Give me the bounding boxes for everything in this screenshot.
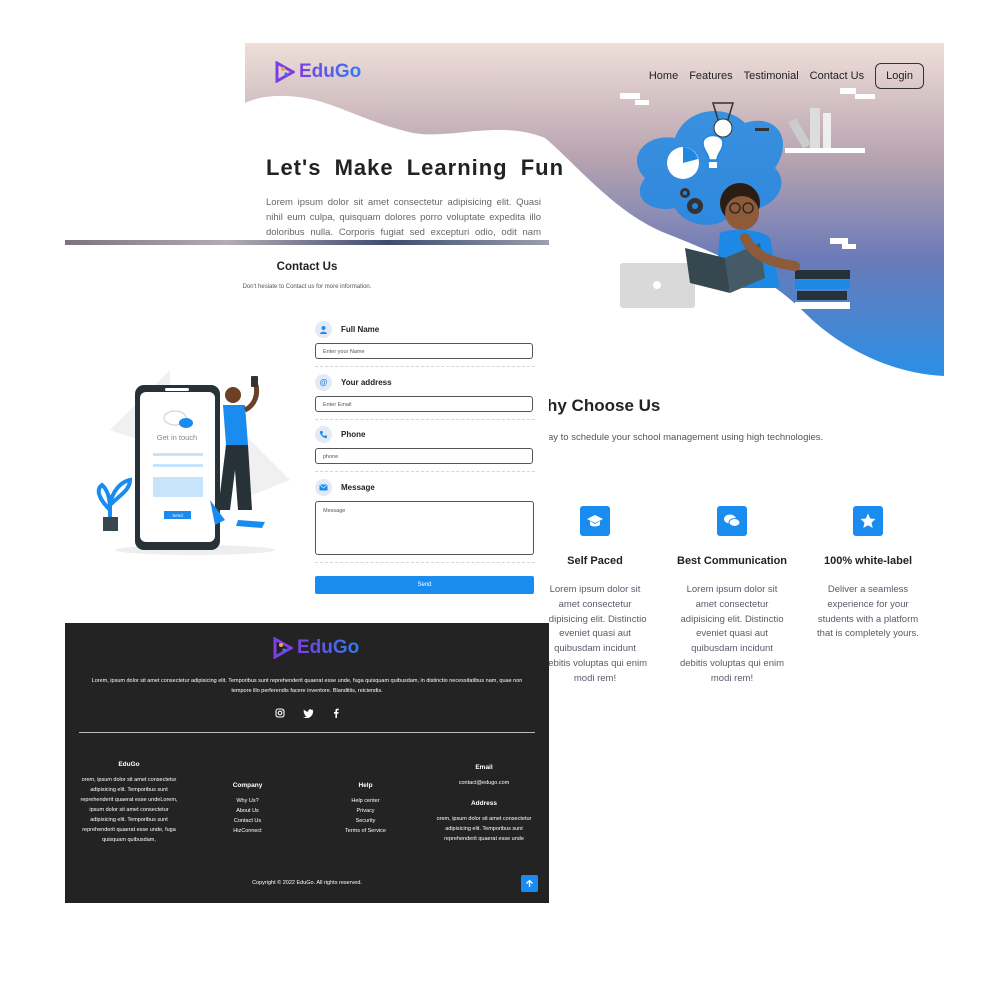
why-choose-section: hy Choose Us ay to schedule your school … (530, 376, 930, 736)
illustration-send: Send (172, 513, 183, 518)
illustration-caption: Get in touch (157, 433, 197, 442)
top-nav: Home Features Testimonial Contact Us Log… (649, 63, 924, 89)
footer-logo[interactable]: EduGo (273, 636, 360, 660)
footer-col-company: Company Why Us? About Us Contact Us HizC… (205, 781, 290, 836)
nav-features[interactable]: Features (689, 70, 732, 82)
nav-contact[interactable]: Contact Us (810, 70, 864, 82)
brand-name: EduGo (297, 637, 360, 658)
feature-title: Best Communication (677, 555, 788, 567)
student-illustration (620, 88, 875, 309)
nav-home[interactable]: Home (649, 70, 678, 82)
footer-link-contact-us[interactable]: Contact Us (205, 816, 290, 826)
divider (315, 562, 535, 563)
star-icon (853, 506, 883, 536)
field-label: Full Name (341, 325, 380, 334)
footer-link-help-center[interactable]: Help center (323, 796, 408, 806)
logo-icon (275, 60, 297, 84)
graduation-cap-icon (580, 506, 610, 536)
instagram-icon[interactable] (274, 707, 286, 719)
field-label: Your address (341, 378, 392, 387)
footer-col-contact: Email contact@edugo.com Address orem, ip… (435, 763, 533, 844)
footer-email-link[interactable]: contact@edugo.com (435, 778, 533, 788)
copyright: Copyright © 2022 EduGo. All rights reser… (252, 880, 362, 886)
feature-desc: Lorem ipsum dolor sit amet consectetur a… (542, 584, 648, 684)
phone-input[interactable]: phone (315, 448, 533, 464)
logo-icon (273, 636, 295, 660)
section-divider-strip (65, 240, 549, 245)
divider (315, 419, 535, 420)
message-textarea[interactable]: Message (315, 501, 534, 555)
brand-name: EduGo (299, 61, 362, 82)
footer-about: Lorem, ipsum dolor sit amet consectetur … (91, 678, 523, 694)
field-label: Message (341, 483, 375, 492)
field-full-name: Full Name Enter your Name (315, 321, 535, 367)
footer-col-edugo: EduGo orem, ipsum dolor sit amet consect… (79, 760, 179, 845)
feature-self-paced: Self Paced Lorem ipsum dolor sit amet co… (540, 506, 650, 687)
at-icon: @ (315, 374, 332, 391)
divider (315, 471, 535, 472)
site-footer: EduGo Lorem, ipsum dolor sit amet consec… (65, 623, 549, 903)
feature-best-communication: Best Communication Lorem ipsum dolor sit… (677, 506, 787, 687)
feature-desc: Deliver a seamless experience for your s… (817, 584, 919, 640)
footer-divider (79, 732, 535, 733)
feature-title: Self Paced (567, 555, 623, 567)
divider (315, 366, 535, 367)
nav-testimonial[interactable]: Testimonial (744, 70, 799, 82)
footer-link-security[interactable]: Security (323, 816, 408, 826)
feature-title: 100% white-label (823, 555, 913, 567)
col-title: EduGo (118, 761, 140, 768)
why-subtitle: ay to schedule your school management us… (548, 432, 824, 443)
footer-link-privacy[interactable]: Privacy (323, 806, 408, 816)
facebook-icon[interactable] (330, 707, 342, 719)
full-name-input[interactable]: Enter your Name (315, 343, 533, 359)
phone-icon (315, 426, 332, 443)
contact-illustration: Get in touch Send (96, 370, 290, 555)
contact-section: Contact Us Don't hesiate to Contact us f… (65, 240, 549, 625)
col-title: Company (232, 782, 263, 789)
contact-title: Contact Us (276, 261, 338, 273)
why-title: hy Choose Us (547, 396, 661, 415)
feature-white-label: 100% white-label Deliver a seamless expe… (813, 506, 923, 642)
social-links (274, 707, 342, 719)
field-phone: Phone phone (315, 426, 535, 472)
col-title: Email (475, 764, 493, 771)
footer-link-about-us[interactable]: About Us (205, 806, 290, 816)
brand-logo[interactable]: EduGo (275, 60, 362, 84)
field-address: @ Your address Enter Email (315, 374, 535, 420)
col-text: orem, ipsum dolor sit amet consectetur a… (80, 777, 178, 843)
feature-desc: Lorem ipsum dolor sit amet consectetur a… (679, 584, 785, 684)
login-button[interactable]: Login (875, 63, 924, 89)
envelope-icon (315, 479, 332, 496)
footer-link-terms[interactable]: Terms of Service (323, 826, 408, 836)
chat-bubbles-icon (717, 506, 747, 536)
back-to-top-button[interactable] (521, 875, 538, 892)
footer-address: orem, ipsum dolor sit amet consectetur a… (436, 816, 532, 842)
field-label: Phone (341, 430, 366, 439)
col-title: Address (470, 800, 497, 807)
footer-link-why-us[interactable]: Why Us? (205, 796, 290, 806)
footer-col-help: Help Help center Privacy Security Terms … (323, 781, 408, 836)
contact-hint: Don't hesiate to Contact us for more inf… (242, 284, 372, 290)
send-button[interactable]: Send (315, 576, 534, 594)
user-icon (315, 321, 332, 338)
footer-link-hizconnect[interactable]: HizConnect (205, 826, 290, 836)
hero-title: Let's Make Learning Fun (266, 155, 565, 180)
arrow-up-icon (526, 879, 533, 887)
twitter-icon[interactable] (302, 707, 314, 719)
field-message: Message Message (315, 479, 535, 563)
col-title: Help (358, 782, 373, 789)
email-input[interactable]: Enter Email (315, 396, 533, 412)
